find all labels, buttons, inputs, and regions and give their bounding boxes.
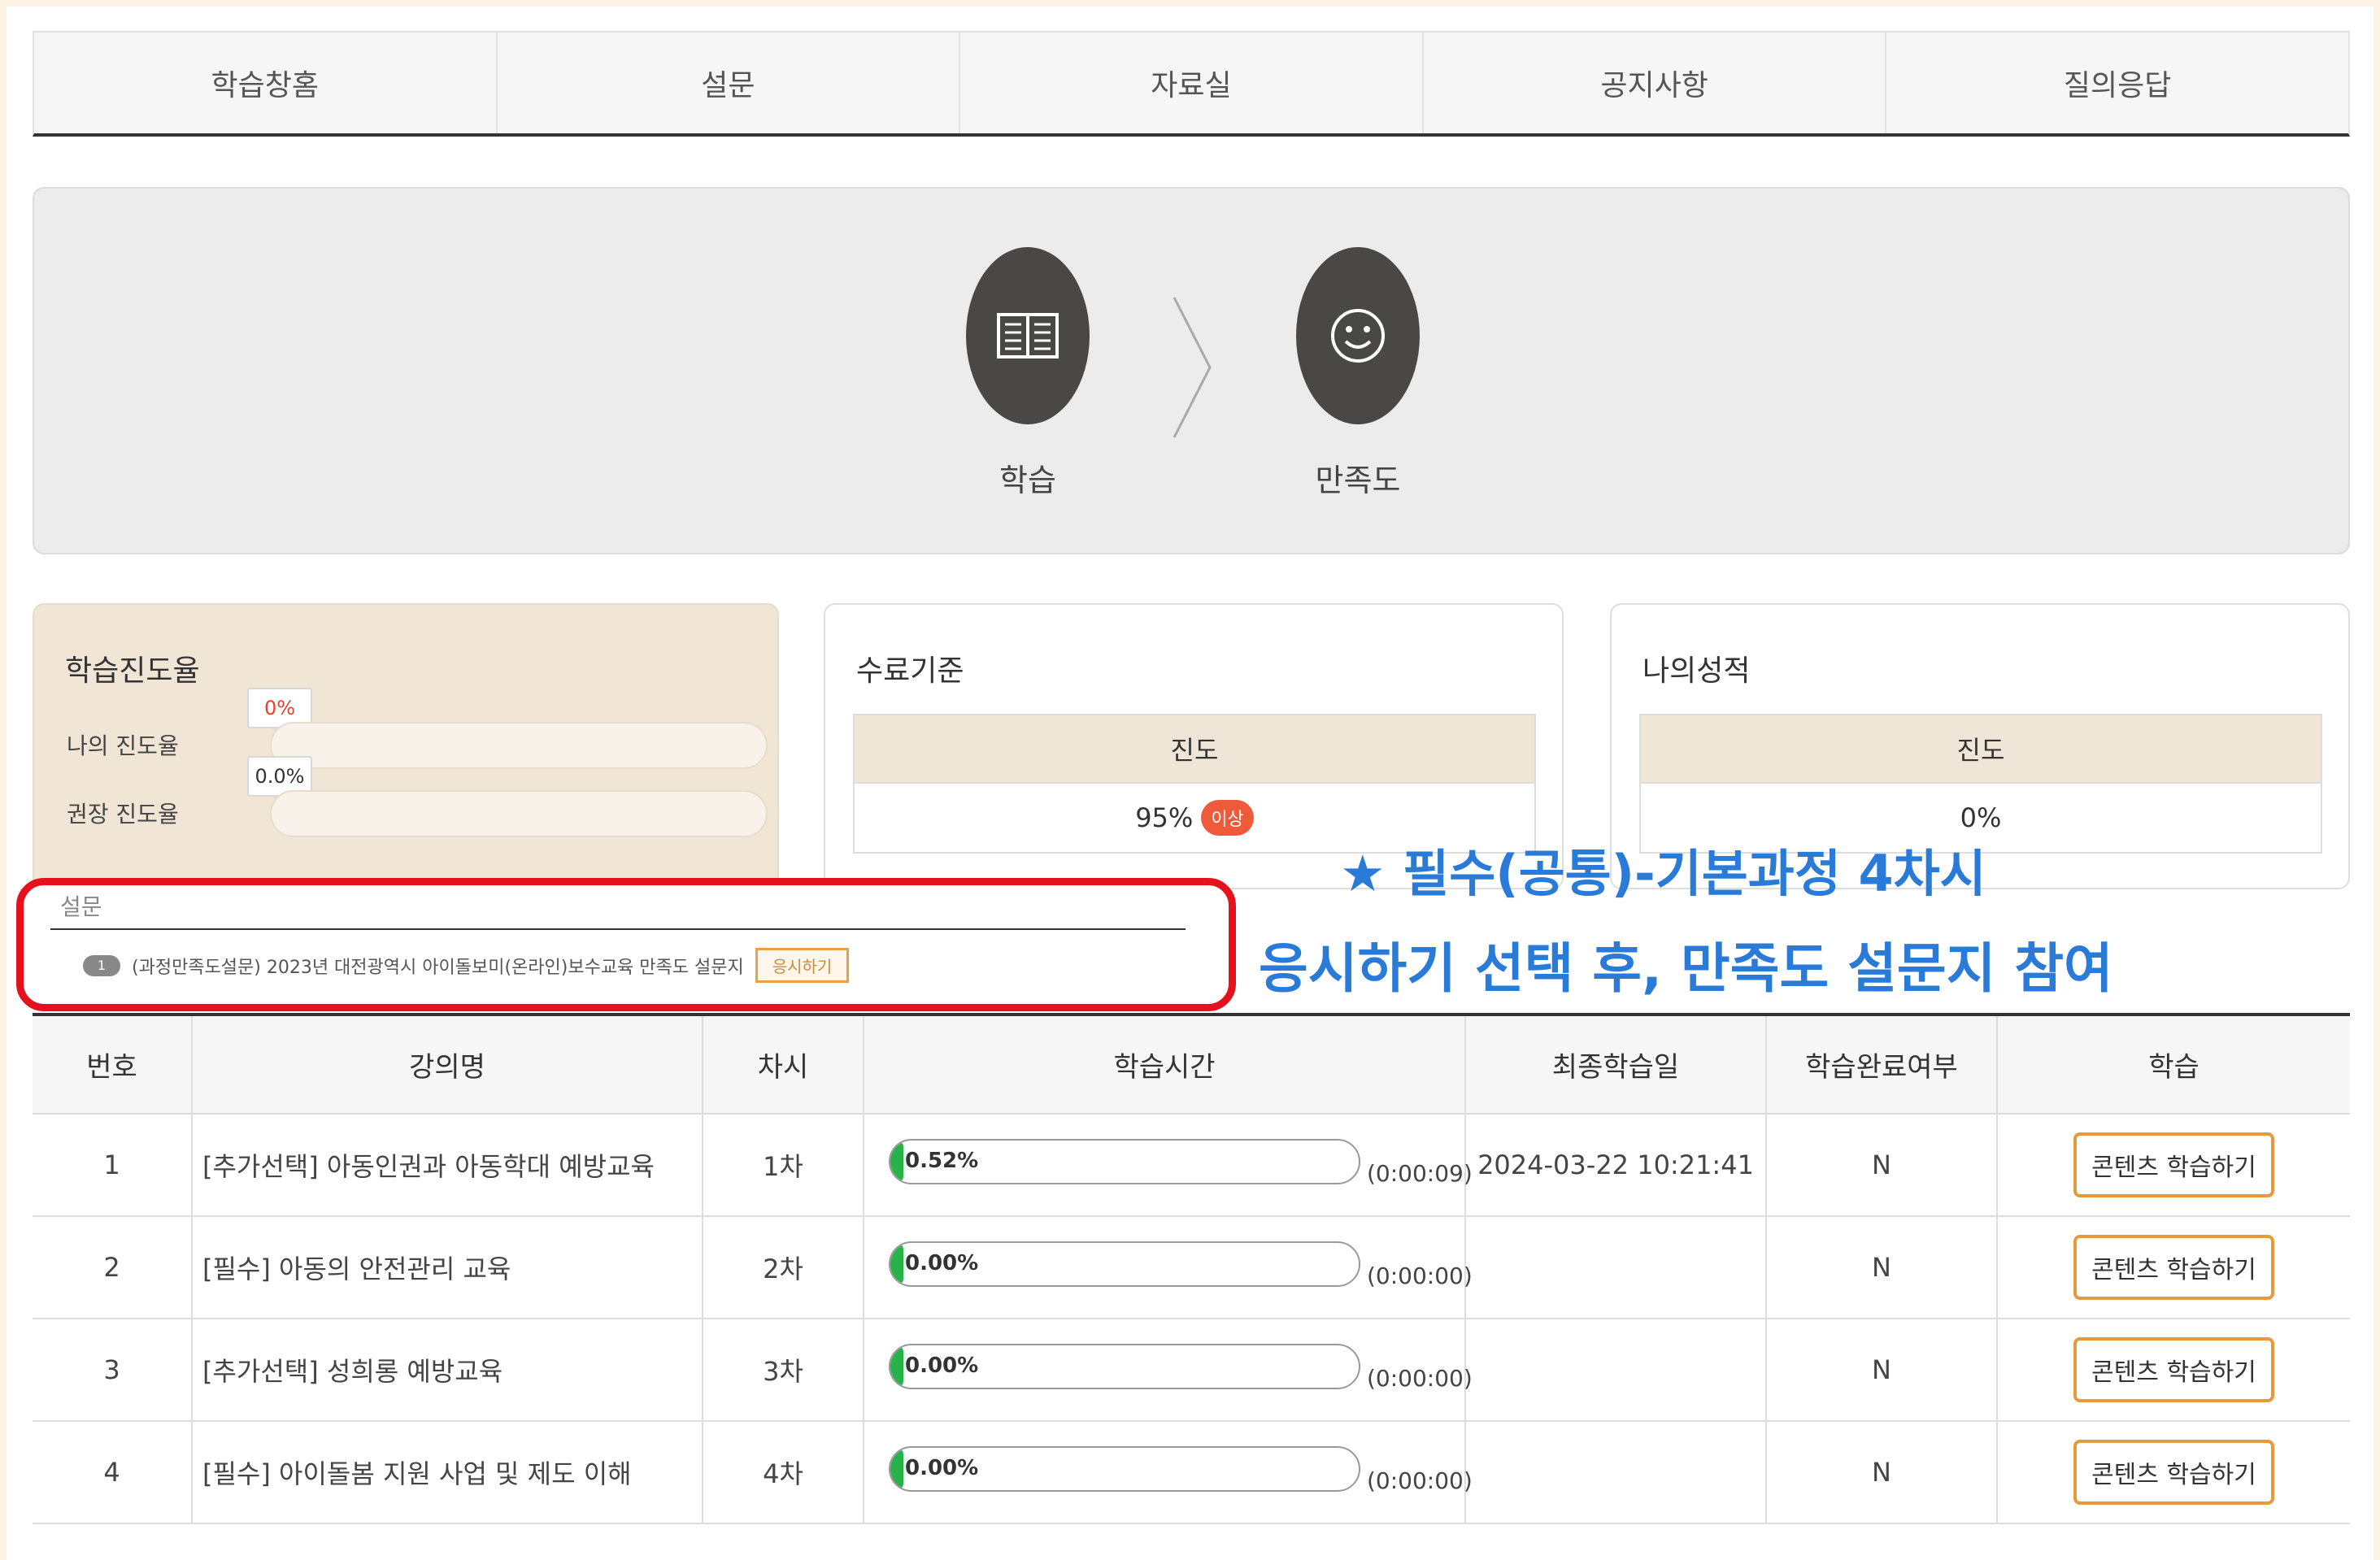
study-progress-fill — [890, 1243, 903, 1285]
header-complete: 학습완료여부 — [1766, 1015, 1998, 1115]
tab-survey[interactable]: 설문 — [498, 33, 961, 133]
row-learn: 콘텐츠 학습하기 — [1997, 1114, 2350, 1217]
row-session: 4차 — [703, 1421, 864, 1524]
content-learn-button[interactable]: 콘텐츠 학습하기 — [2073, 1337, 2274, 1402]
row-learn: 콘텐츠 학습하기 — [1997, 1421, 2350, 1524]
study-progress-fill — [890, 1448, 903, 1490]
header-lecture-name: 강의명 — [192, 1015, 703, 1115]
row-study-time: 0.00% (0:00:00) — [864, 1319, 1473, 1422]
row-study-time: 0.52% (0:00:09) — [864, 1114, 1473, 1217]
content-learn-button[interactable]: 콘텐츠 학습하기 — [2073, 1235, 2274, 1300]
criteria-value: 95% — [1135, 802, 1194, 833]
recommended-progress-label: 권장 진도율 — [67, 801, 179, 828]
row-study-time: 0.00% (0:00:00) — [864, 1216, 1473, 1319]
table-row: 3 [추가선택] 성희롱 예방교육 3차 0.00% (0:00:00) N 콘… — [33, 1319, 2350, 1422]
header-learn: 학습 — [1997, 1015, 2350, 1115]
my-progress-label: 나의 진도율 — [67, 732, 179, 759]
row-study-time: 0.00% (0:00:00) — [864, 1421, 1473, 1524]
step-satisfaction-label: 만족도 — [1315, 463, 1401, 498]
row-lecture-name: [추가선택] 성희롱 예방교육 — [192, 1319, 703, 1422]
callout-line-2: 응시하기 선택 후, 만족도 설문지 참여 — [1259, 937, 2113, 1000]
step-satisfaction-circle — [1296, 247, 1420, 424]
table-row: 4 [필수] 아이돌봄 지원 사업 및 제도 이해 4차 0.00% (0:00… — [33, 1421, 2350, 1524]
row-number: 3 — [33, 1319, 193, 1422]
row-session: 3차 — [703, 1319, 864, 1422]
study-progress-fill — [890, 1141, 903, 1183]
table-row: 1 [추가선택] 아동인권과 아동학대 예방교육 1차 0.52% (0:00:… — [33, 1114, 2350, 1217]
study-duration: (0:00:00) — [1367, 1262, 1473, 1289]
content-learn-button[interactable]: 콘텐츠 학습하기 — [2073, 1132, 2274, 1197]
step-learning-label: 학습 — [999, 463, 1056, 498]
row-number: 4 — [33, 1421, 193, 1524]
progress-panel: 학습진도율 0% 나의 진도율 0.0% 권장 진도율 — [33, 603, 779, 889]
row-lecture-name: [필수] 아이돌봄 지원 사업 및 제도 이해 — [192, 1421, 703, 1524]
study-progress-bar: 0.52% — [889, 1139, 1360, 1184]
row-lecture-name: [필수] 아동의 안전관리 교육 — [192, 1216, 703, 1319]
top-tab-bar: 학습창홈 설문 자료실 공지사항 질의응답 — [33, 31, 2350, 137]
row-last-date — [1465, 1216, 1767, 1319]
row-last-date — [1465, 1421, 1767, 1524]
row-number: 2 — [33, 1216, 193, 1319]
header-study-time: 학습시간 — [864, 1015, 1466, 1115]
row-learn: 콘텐츠 학습하기 — [1997, 1319, 2350, 1422]
study-progress-bar: 0.00% — [889, 1344, 1360, 1389]
row-number: 1 — [33, 1114, 193, 1217]
criteria-header: 진도 — [855, 715, 1534, 784]
tab-notices[interactable]: 공지사항 — [1424, 33, 1887, 133]
study-progress-percent: 0.00% — [905, 1456, 979, 1480]
row-last-date — [1465, 1319, 1767, 1422]
grade-header: 진도 — [1641, 715, 2321, 784]
study-duration: (0:00:00) — [1367, 1365, 1473, 1392]
row-lecture-name: [추가선택] 아동인권과 아동학대 예방교육 — [192, 1114, 703, 1217]
callout-line-1: ★ 필수(공통)-기본과정 4차시 — [1340, 844, 1986, 903]
row-complete: N — [1766, 1421, 1998, 1524]
row-complete: N — [1766, 1114, 1998, 1217]
header-session: 차시 — [703, 1015, 864, 1115]
table-header-row: 번호 강의명 차시 학습시간 최종학습일 학습완료여부 학습 — [33, 1015, 2350, 1115]
row-complete: N — [1766, 1216, 1998, 1319]
row-learn: 콘텐츠 학습하기 — [1997, 1216, 2350, 1319]
study-progress-bar: 0.00% — [889, 1241, 1360, 1287]
row-session: 1차 — [703, 1114, 864, 1217]
chevron-right-icon — [1173, 297, 1212, 438]
study-progress-percent: 0.00% — [905, 1354, 979, 1378]
header-last-date: 최종학습일 — [1465, 1015, 1767, 1115]
book-icon — [997, 313, 1059, 358]
my-progress-bar — [270, 722, 768, 769]
row-complete: N — [1766, 1319, 1998, 1422]
study-progress-percent: 0.52% — [905, 1149, 979, 1173]
recommended-progress-bar — [270, 790, 768, 837]
page: 학습창홈 설문 자료실 공지사항 질의응답 학습 만족도 학습진도율 0% 나의… — [0, 0, 2380, 1560]
tab-resources[interactable]: 자료실 — [960, 33, 1424, 133]
my-progress-value: 0% — [263, 697, 296, 719]
study-duration: (0:00:09) — [1367, 1160, 1473, 1187]
lecture-table: 번호 강의명 차시 학습시간 최종학습일 학습완료여부 학습 1 [추가선택] … — [33, 1013, 2350, 1524]
smiley-icon — [1331, 309, 1385, 363]
study-progress-fill — [890, 1345, 903, 1388]
step-learning-circle — [966, 247, 1090, 424]
study-duration: (0:00:00) — [1367, 1467, 1473, 1494]
table-row: 2 [필수] 아동의 안전관리 교육 2차 0.00% (0:00:00) N … — [33, 1216, 2350, 1319]
study-progress-percent: 0.00% — [905, 1251, 979, 1275]
content-learn-button[interactable]: 콘텐츠 학습하기 — [2073, 1440, 2274, 1505]
header-number: 번호 — [33, 1015, 193, 1115]
step-banner: 학습 만족도 — [33, 187, 2350, 554]
row-session: 2차 — [703, 1216, 864, 1319]
tab-learning-home[interactable]: 학습창홈 — [34, 33, 498, 133]
grade-panel-title: 나의성적 — [1643, 654, 1751, 688]
survey-highlight-annotation — [16, 878, 1236, 1011]
recommended-progress-value: 0.0% — [255, 765, 305, 788]
tab-qna[interactable]: 질의응답 — [1886, 33, 2348, 133]
criteria-panel-title: 수료기준 — [856, 654, 964, 688]
progress-panel-title: 학습진도율 — [65, 654, 200, 688]
study-progress-bar: 0.00% — [889, 1446, 1360, 1492]
above-badge: 이상 — [1201, 800, 1254, 836]
row-last-date: 2024-03-22 10:21:41 — [1465, 1114, 1767, 1217]
